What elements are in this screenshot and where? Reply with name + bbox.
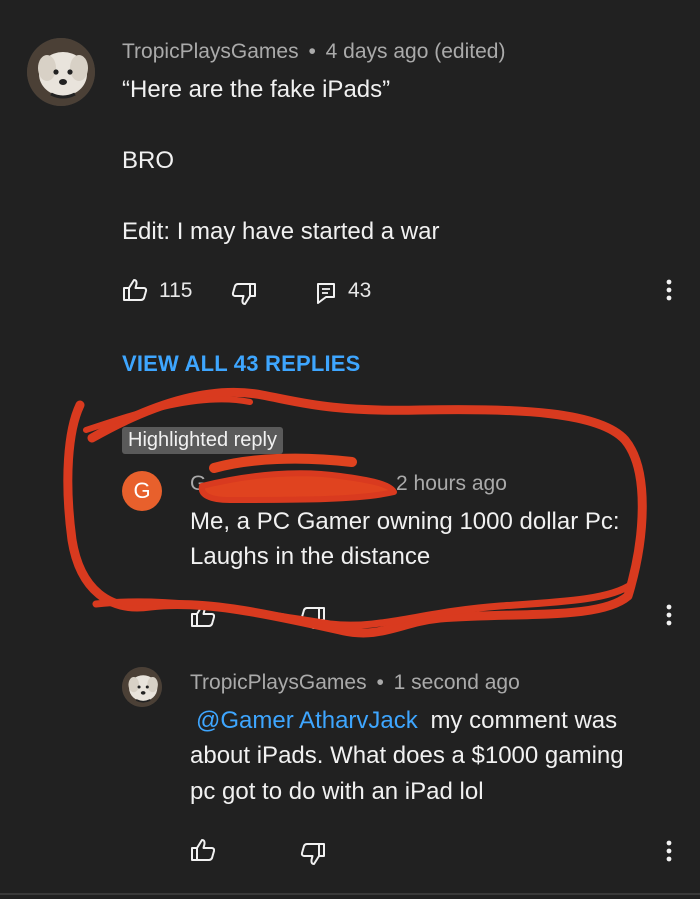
meta-separator: • xyxy=(308,40,316,63)
reply-line-2: about iPads. What does a $1000 gaming xyxy=(190,742,624,769)
comment-line-2: BRO xyxy=(122,147,175,174)
comment-line-3: Edit: I may have started a war xyxy=(122,218,440,245)
mention-link[interactable]: @Gamer AtharvJack xyxy=(196,707,418,734)
thumbs-up-icon xyxy=(191,839,216,861)
comment-time: 4 days ago (edited) xyxy=(325,40,506,63)
reply-avatar[interactable] xyxy=(122,667,162,707)
thumbs-down-icon xyxy=(300,607,325,629)
thumbs-up-icon xyxy=(191,605,216,627)
highlighted-reply-badge: Highlighted reply xyxy=(122,427,283,454)
view-all-replies-link[interactable]: VIEW ALL 43 REPLIES xyxy=(122,351,361,377)
highlighted-line-1: Me, a PC Gamer owning 1000 dollar Pc: xyxy=(190,508,620,535)
reply-count: 43 xyxy=(348,279,372,302)
highlighted-dislike-button[interactable] xyxy=(300,606,326,630)
reply-button[interactable] xyxy=(316,282,336,304)
reply-line-1-rest: my comment was xyxy=(430,707,618,734)
comment-meta: TropicPlaysGames • 4 days ago (edited) xyxy=(122,40,505,64)
dislike-button[interactable] xyxy=(231,282,257,306)
more-vert-icon xyxy=(666,840,672,862)
reply-meta: TropicPlaysGames • 1 second ago xyxy=(190,671,520,695)
reply-like-button[interactable] xyxy=(190,838,216,862)
reply-author[interactable]: TropicPlaysGames xyxy=(190,671,367,694)
meta-separator: • xyxy=(376,671,384,694)
thumbs-down-icon xyxy=(300,843,325,865)
more-vert-icon xyxy=(666,279,672,301)
avatar-letter-text: G xyxy=(133,478,151,503)
highlighted-author[interactable]: G xyxy=(190,472,206,495)
reply-line-1: @Gamer AtharvJack my comment was xyxy=(196,703,617,738)
highlighted-meta: G xyxy=(190,472,206,496)
highlighted-line-2: Laughs in the distance xyxy=(190,543,431,570)
like-button[interactable] xyxy=(122,278,148,302)
avatar[interactable] xyxy=(27,38,95,106)
thumbs-down-icon xyxy=(231,283,256,305)
reply-more-options-button[interactable] xyxy=(659,840,679,868)
highlighted-more-options-button[interactable] xyxy=(659,604,679,632)
avatar-letter[interactable]: G xyxy=(122,471,162,511)
reply-time: 1 second ago xyxy=(393,671,520,694)
highlighted-like-button[interactable] xyxy=(190,604,216,628)
comment-author[interactable]: TropicPlaysGames xyxy=(122,40,299,63)
comment-line-1: “Here are the fake iPads” xyxy=(122,76,391,103)
more-vert-icon xyxy=(666,604,672,626)
like-count: 115 xyxy=(159,279,193,302)
divider xyxy=(0,893,700,895)
highlighted-time: 2 hours ago xyxy=(396,472,507,495)
reply-line-3: pc got to do with an iPad lol xyxy=(190,778,484,805)
dog-avatar-icon xyxy=(27,38,95,106)
thumbs-up-icon xyxy=(123,279,148,301)
reply-dislike-button[interactable] xyxy=(300,842,326,866)
dog-avatar-icon xyxy=(122,667,162,707)
comment-icon xyxy=(317,283,335,304)
more-options-button[interactable] xyxy=(659,279,679,307)
